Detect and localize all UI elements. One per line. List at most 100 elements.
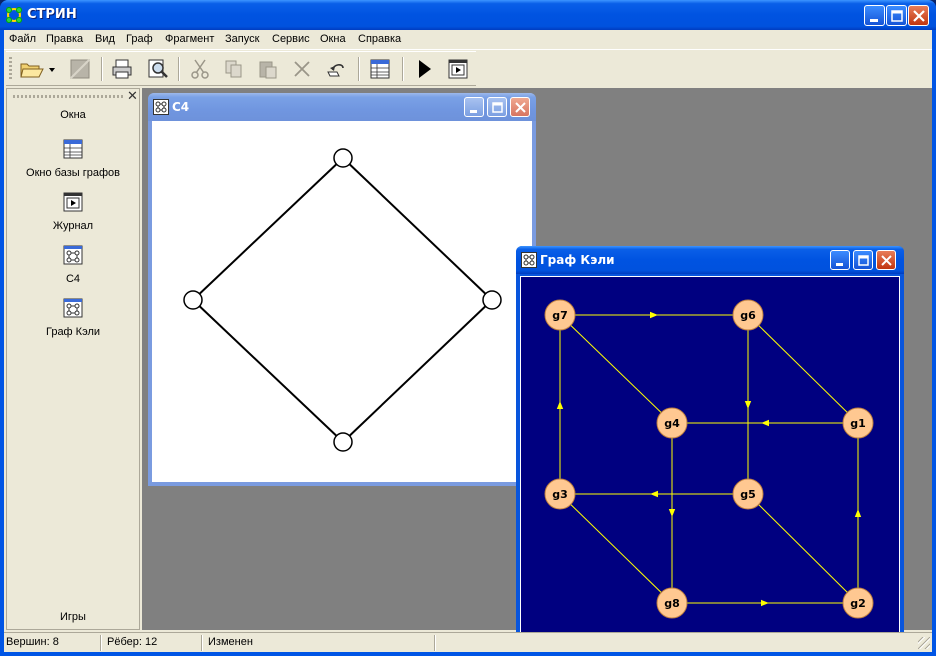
node-label: g2 [850, 597, 866, 610]
panel-item-cayley[interactable]: Граф Кэли [7, 298, 139, 346]
menu-fragment[interactable]: Фрагмент [165, 33, 214, 45]
client-area: Файл Правка Вид Граф Фрагмент Запуск Сер… [4, 30, 932, 652]
cayley-canvas[interactable]: g7 g6 g4 g1 g3 g5 g8 g2 [520, 276, 900, 638]
toolbar-grip[interactable] [9, 57, 12, 81]
cayley-window[interactable]: Граф Кэли g7 g6 g4 g1 g3 g5 g8 g2 [516, 246, 904, 643]
menu-run[interactable]: Запуск [225, 33, 259, 45]
mdi-workspace: C4 Граф Кэли g7 g6 g4 g1 g3 g5 g8 g2 [142, 88, 932, 643]
toolbar-separator [101, 57, 103, 81]
c4-edge [192, 157, 344, 301]
undo-button[interactable] [322, 56, 350, 82]
preview-icon [148, 59, 168, 78]
maximize-icon [891, 10, 903, 22]
status-bar: Вершин: 8 Рёбер: 12 Изменен [4, 632, 932, 652]
c4-node[interactable] [183, 290, 203, 310]
status-divider [434, 635, 436, 651]
menu-help[interactable]: Справка [358, 33, 401, 45]
panel-header[interactable]: Окна [7, 109, 139, 121]
c4-window[interactable]: C4 [148, 93, 536, 486]
panel-close-icon[interactable]: ✕ [127, 89, 138, 104]
close-icon [913, 10, 925, 22]
c4-edges [192, 157, 493, 443]
size-grip[interactable] [918, 637, 930, 649]
cayley-graph: g7 g6 g4 g1 g3 g5 g8 g2 [521, 277, 899, 637]
journal-icon [448, 59, 468, 79]
app-icon [6, 7, 22, 23]
panel-item-label: Журнал [52, 220, 94, 232]
node-label: g8 [664, 597, 680, 610]
cayley-node-g3[interactable]: g3 [544, 478, 576, 510]
c4-edge [342, 299, 493, 443]
c4-canvas[interactable] [152, 121, 532, 482]
menu-bar: Файл Правка Вид Граф Фрагмент Запуск Сер… [4, 30, 932, 50]
title-bar[interactable]: СТРИН [0, 0, 936, 30]
maximize-button[interactable] [886, 5, 907, 26]
panel-item-label: C4 [65, 273, 81, 285]
delete-button[interactable] [288, 56, 316, 82]
panel-grip[interactable] [13, 95, 123, 98]
cayley-node-g2[interactable]: g2 [842, 587, 874, 619]
menu-edit[interactable]: Правка [46, 33, 83, 45]
cayley-title: Граф Кэли [540, 253, 615, 267]
cayley-node-g8[interactable]: g8 [656, 587, 688, 619]
c4-maximize-button[interactable] [487, 97, 507, 117]
journal-button[interactable] [444, 56, 472, 82]
menu-view[interactable]: Вид [95, 33, 115, 45]
graph-base-button[interactable] [366, 56, 394, 82]
preview-button[interactable] [144, 56, 172, 82]
cayley-node-g4[interactable]: g4 [656, 407, 688, 439]
c4-node[interactable] [333, 148, 353, 168]
node-label: g5 [740, 488, 756, 501]
cayley-node-g6[interactable]: g6 [732, 299, 764, 331]
print-button[interactable] [108, 56, 136, 82]
delete-icon [294, 61, 310, 77]
save-icon [70, 59, 90, 79]
c4-close-button[interactable] [510, 97, 530, 117]
panel-item-c4[interactable]: C4 [7, 245, 139, 293]
status-divider [100, 635, 102, 651]
copy-button[interactable] [220, 56, 248, 82]
menu-service[interactable]: Сервис [272, 33, 310, 45]
toolbar [6, 51, 476, 86]
c4-edge [342, 157, 493, 301]
cayley-minimize-button[interactable] [830, 250, 850, 270]
run-button[interactable] [410, 56, 438, 82]
c4-node[interactable] [333, 432, 353, 452]
menu-graph[interactable]: Граф [126, 33, 153, 45]
status-divider [201, 635, 203, 651]
toolbar-separator [402, 57, 404, 81]
graph-window-icon [153, 99, 169, 115]
cayley-background [521, 277, 899, 637]
panel-item-journal[interactable]: Журнал [7, 192, 139, 240]
cut-button[interactable] [186, 56, 214, 82]
panel-footer-games[interactable]: Игры [7, 611, 139, 623]
run-icon [419, 60, 431, 78]
toolbar-separator [178, 57, 180, 81]
c4-title-bar[interactable]: C4 [148, 93, 536, 121]
panel-item-graph-base[interactable]: Окно базы графов [7, 139, 139, 187]
minimize-icon [836, 263, 843, 266]
menu-file[interactable]: Файл [9, 33, 36, 45]
node-label: g6 [740, 309, 756, 322]
cayley-node-g7[interactable]: g7 [544, 299, 576, 331]
cayley-node-g5[interactable]: g5 [732, 478, 764, 510]
graph-base-icon [63, 139, 83, 159]
toolbar-separator [358, 57, 360, 81]
c4-graph [183, 148, 502, 452]
cayley-node-g1[interactable]: g1 [842, 407, 874, 439]
close-button[interactable] [908, 5, 929, 26]
open-button[interactable] [16, 56, 56, 82]
c4-title: C4 [172, 100, 190, 114]
panel-item-label: Окно базы графов [26, 167, 120, 179]
cayley-maximize-button[interactable] [853, 250, 873, 270]
maximize-icon [492, 102, 503, 113]
status-vertices: Вершин: 8 [6, 636, 59, 648]
menu-windows[interactable]: Окна [320, 33, 346, 45]
c4-node[interactable] [482, 290, 502, 310]
minimize-button[interactable] [864, 5, 885, 26]
cayley-title-bar[interactable]: Граф Кэли [516, 246, 904, 274]
cayley-close-button[interactable] [876, 250, 896, 270]
c4-minimize-button[interactable] [464, 97, 484, 117]
paste-button[interactable] [254, 56, 282, 82]
save-button[interactable] [66, 56, 94, 82]
